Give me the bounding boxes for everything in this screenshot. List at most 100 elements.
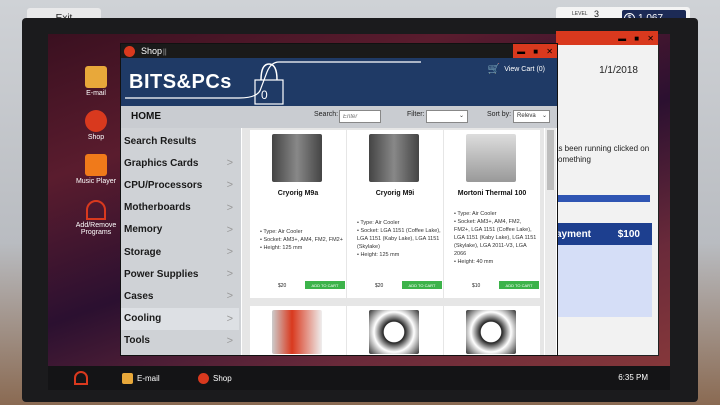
sidebar-category[interactable]: Tools > [121, 330, 239, 352]
product-image [466, 134, 516, 182]
search-label: Search: [314, 111, 339, 118]
scrollbar-thumb[interactable] [547, 130, 554, 190]
product-price: $20 [278, 283, 287, 289]
chevron-right-icon: > [226, 290, 233, 303]
desktop-icon-email[interactable]: E-mail [66, 66, 126, 97]
product-specs: • Type: Air Cooler • Socket: AM3+, AM4, … [454, 211, 537, 265]
sidebar-category-label: CPU/Processors [124, 179, 203, 191]
taskbar-item-label: Shop [213, 373, 232, 383]
background-window[interactable]: ▬ ■ ✕ 1/1/2018 as been running clicked o… [554, 31, 659, 356]
taskbar-item-email[interactable]: E-mail [122, 370, 160, 386]
close-icon[interactable]: ✕ [546, 47, 553, 56]
chevron-right-icon: > [226, 312, 233, 325]
sidebar-category[interactable]: CPU/Processors > [121, 174, 239, 196]
start-icon[interactable] [74, 371, 88, 385]
chevron-right-icon: > [226, 179, 233, 192]
add-to-cart-button[interactable]: ADD TO CART [305, 281, 345, 289]
desktop-icon-label: Music Player [75, 178, 117, 185]
product-specs: • Type: Air Cooler • Socket: AM3+, AM4, … [260, 229, 343, 251]
payment-amount: $100 [617, 228, 640, 240]
desktop-icon-shop[interactable]: Shop [66, 110, 126, 141]
maximize-icon[interactable]: ■ [533, 47, 538, 56]
minimize-icon[interactable]: ▬ [517, 47, 525, 56]
chevron-right-icon: > [226, 268, 233, 281]
email-icon [85, 66, 107, 88]
view-cart-link[interactable]: 🛒 View Cart (0) [488, 64, 545, 75]
filter-select[interactable]: ⌄ [426, 110, 468, 123]
shop-icon [198, 372, 209, 384]
product-name: Mortoni Thermal 100 [457, 190, 527, 197]
chevron-down-icon: ⌄ [541, 113, 547, 119]
product-card [347, 306, 443, 355]
desktop-icon-music-player[interactable]: Music Player [66, 154, 126, 185]
shopping-bag-icon [254, 63, 284, 105]
chevron-right-icon: > [226, 201, 233, 214]
sidebar-category[interactable]: Cases > [121, 285, 239, 307]
cart-icon: 🛒 [487, 64, 501, 75]
background-window-controls: ▬ ■ ✕ [614, 31, 658, 45]
search-input[interactable] [339, 110, 381, 123]
product-image [272, 134, 322, 182]
taskbar: E-mail Shop 6:35 PM [48, 366, 670, 390]
sidebar-category-label: Tools [124, 335, 150, 347]
sidebar-category[interactable]: Memory > [121, 219, 239, 241]
desktop-icon-add-remove-programs[interactable]: Add/Remove Programs [66, 200, 126, 236]
product-price: $10 [472, 283, 481, 289]
add-to-cart-button[interactable]: ADD TO CART [402, 281, 442, 289]
sort-select[interactable]: Releva ⌄ [513, 110, 550, 123]
taskbar-clock: 6:35 PM [618, 373, 648, 382]
background-window-progress [556, 195, 650, 202]
desktop-icon-label: E-mail [86, 90, 106, 97]
product-card: Cryorig M9i • Type: Air Cooler • Socket:… [347, 130, 443, 298]
home-link[interactable]: HOME [131, 111, 161, 122]
payment-label: ayment [556, 228, 592, 240]
background-window-text: as been running clicked on something [554, 144, 650, 164]
sidebar-category-label: Cooling [124, 313, 162, 325]
sidebar-category-label: Storage [124, 246, 162, 258]
sidebar-category[interactable]: Cooling > [121, 307, 239, 330]
level-label: LEVEL [572, 11, 588, 17]
music-icon [85, 154, 107, 176]
product-scrollbar[interactable] [545, 128, 556, 355]
sidebar-category-label: Search Results [124, 135, 197, 147]
product-card: Cryorig M9a • Type: Air Cooler • Socket:… [250, 130, 346, 298]
desktop-icon-label: Add/Remove Programs [75, 222, 117, 236]
shop-header: BITS&PCs 0 🛒 View Cart (0) [121, 58, 557, 106]
product-image [272, 310, 322, 354]
sidebar-category-label: Memory [124, 224, 163, 236]
product-card: Mortoni Thermal 100 • Type: Air Cooler •… [444, 130, 540, 298]
category-sidebar: Search Results Graphics Cards > CPU/Process… [121, 128, 241, 355]
sidebar-category[interactable]: Motherboards > [121, 197, 239, 219]
sidebar-category-label: Graphics Cards [124, 157, 199, 169]
taskbar-item-shop[interactable]: Shop [198, 370, 232, 386]
minimize-icon[interactable]: ▬ [618, 34, 626, 43]
background-window-list [556, 245, 652, 317]
sidebar-category[interactable]: Graphics Cards > [121, 152, 239, 174]
background-window-titlebar[interactable]: ▬ ■ ✕ [556, 31, 658, 45]
desktop-icon-label: Shop [87, 134, 105, 141]
product-image [369, 134, 419, 182]
filter-label: Filter: [407, 111, 425, 118]
sidebar-category-label: Cases [124, 290, 154, 302]
add-to-cart-button[interactable]: ADD TO CART [499, 281, 539, 289]
sidebar-category[interactable]: Power Supplies > [121, 263, 239, 285]
product-price: $20 [375, 283, 384, 289]
maximize-icon[interactable]: ■ [634, 34, 639, 43]
chevron-down-icon: ⌄ [458, 113, 464, 119]
sidebar-category[interactable]: Search Results [121, 130, 239, 152]
background-window-date: 1/1/2018 [599, 65, 638, 76]
sidebar-category-label: Motherboards [124, 202, 191, 214]
shop-icon [85, 110, 107, 132]
chevron-right-icon: > [226, 246, 233, 258]
chevron-right-icon: > [226, 334, 233, 347]
product-name: Cryorig M9a [277, 190, 319, 197]
product-grid: Cryorig M9a • Type: Air Cooler • Socket:… [242, 128, 544, 355]
shop-icon [124, 46, 135, 57]
shop-window-titlebar[interactable]: Shop|| ▬ ■ ✕ [121, 44, 557, 58]
close-icon[interactable]: ✕ [647, 34, 654, 43]
sidebar-category[interactable]: Storage > [121, 241, 239, 263]
sidebar-category-label: Power Supplies [124, 268, 199, 280]
shop-window-controls: ▬ ■ ✕ [513, 44, 557, 58]
email-icon [122, 372, 133, 384]
sort-value: Releva [517, 113, 536, 119]
